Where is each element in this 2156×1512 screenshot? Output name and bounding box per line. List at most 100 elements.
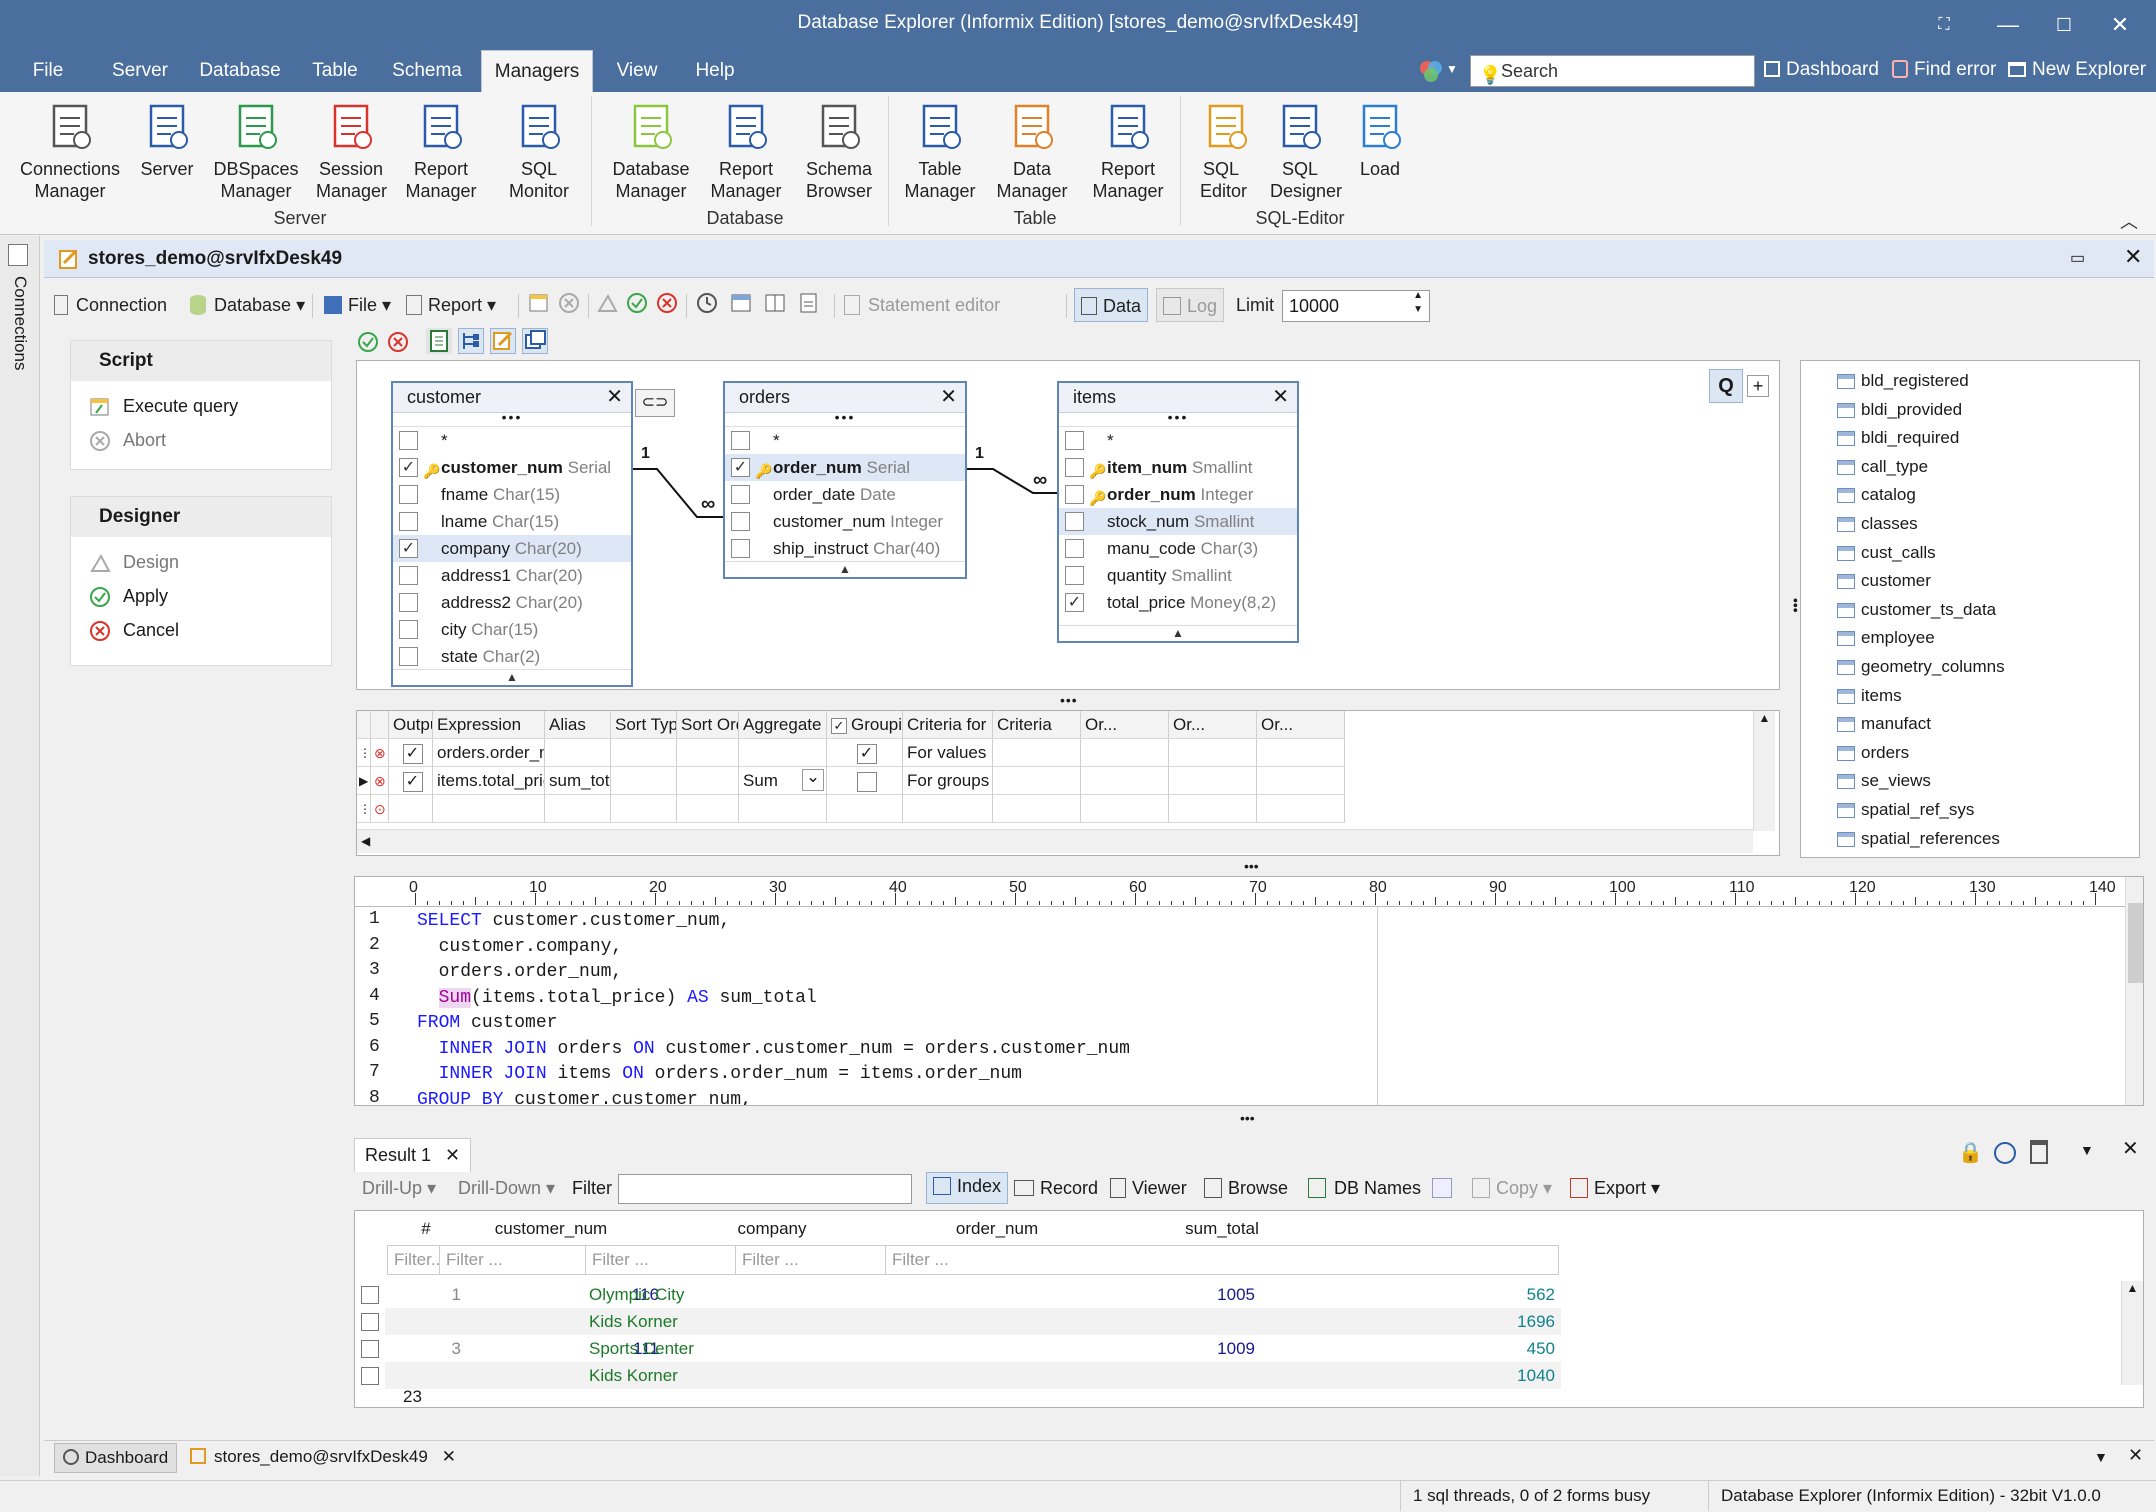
add-table-icon[interactable] bbox=[426, 328, 452, 354]
viewer-button[interactable]: Viewer bbox=[1110, 1178, 1187, 1199]
ribbon-button-sql-monitor[interactable]: SQL Monitor bbox=[496, 100, 582, 202]
limit-input[interactable]: 10000 ▲ ▼ bbox=[1282, 290, 1430, 322]
grid-cell[interactable] bbox=[677, 739, 739, 767]
object-tree[interactable]: bld_registered bldi_provided bldi_required… bbox=[1800, 360, 2140, 858]
code-line[interactable]: Sum(items.total_price) AS sum_total bbox=[417, 986, 817, 1012]
close-table-icon[interactable]: ✕ bbox=[1272, 383, 1289, 411]
tree-item[interactable]: employee bbox=[1801, 624, 2139, 653]
criteria-grid[interactable]: Output Expression Alias Sort Type Sort Order… bbox=[356, 710, 1780, 856]
field-row[interactable]: order_date Date bbox=[725, 481, 965, 508]
grid-header-cell[interactable]: Aggregate bbox=[739, 711, 827, 739]
result-window-icon[interactable] bbox=[522, 328, 548, 354]
grid-header-cell[interactable]: Expression bbox=[433, 711, 545, 739]
grid-cell[interactable] bbox=[1081, 795, 1169, 823]
grid-header-cell[interactable]: Sort Order bbox=[677, 711, 739, 739]
field-row[interactable]: * bbox=[393, 427, 631, 454]
color-palette-icon[interactable] bbox=[1418, 58, 1444, 84]
query-designer-canvas[interactable]: 1 ∞ 1 ∞ customer ✕ ••• * ✓ 🔑 customer_num Ser… bbox=[356, 360, 1780, 690]
field-row[interactable]: ship_instruct Char(40) bbox=[725, 535, 965, 562]
scroll-up-icon[interactable]: ▲ bbox=[725, 561, 965, 577]
menu-view[interactable]: View bbox=[606, 50, 668, 92]
field-row[interactable]: address1 Char(20) bbox=[393, 562, 631, 589]
field-checkbox[interactable] bbox=[1065, 485, 1084, 504]
table-layout-icon[interactable] bbox=[1432, 1178, 1452, 1198]
lock-icon[interactable]: 🔒 bbox=[1958, 1140, 1983, 1165]
tree-item[interactable]: geometry_columns bbox=[1801, 653, 2139, 682]
connections-tab-icon[interactable] bbox=[8, 244, 28, 266]
close-window-button[interactable]: ✕ bbox=[2100, 8, 2140, 42]
menu-managers[interactable]: Managers bbox=[481, 50, 593, 92]
grid-header-cell[interactable]: Or... bbox=[1169, 711, 1257, 739]
code-line[interactable]: orders.order_num, bbox=[417, 960, 623, 986]
field-checkbox[interactable] bbox=[731, 539, 750, 558]
spin-arrows-icon[interactable]: ▲ ▼ bbox=[1413, 289, 1423, 317]
ribbon-button-session-manager[interactable]: Session Manager bbox=[316, 100, 387, 202]
run-icon[interactable] bbox=[528, 292, 550, 314]
grid-header-cell[interactable]: Criteria for bbox=[903, 711, 993, 739]
tree-item[interactable]: customer bbox=[1801, 567, 2139, 596]
tree-view-icon[interactable] bbox=[458, 328, 484, 354]
export-sql-icon[interactable] bbox=[798, 292, 820, 314]
menu-file[interactable]: File bbox=[18, 50, 78, 92]
table-box-menu-handle[interactable]: ••• bbox=[725, 410, 965, 427]
field-row[interactable]: * bbox=[1059, 427, 1297, 454]
sql-edit-icon[interactable] bbox=[490, 328, 516, 354]
field-checkbox[interactable] bbox=[1065, 431, 1084, 450]
collapse-ribbon-icon[interactable]: ︿ bbox=[2120, 208, 2138, 234]
grid-cell[interactable]: items.total_price bbox=[433, 767, 545, 795]
result-column-header[interactable]: sum_total bbox=[883, 1215, 1561, 1242]
field-checkbox[interactable]: ✓ bbox=[399, 539, 418, 558]
field-row[interactable]: fname Char(15) bbox=[393, 481, 631, 508]
tree-item[interactable]: se_views bbox=[1801, 767, 2139, 796]
grid-header-cell[interactable]: Sort Type bbox=[611, 711, 677, 739]
delete-row-icon[interactable]: ⊗ bbox=[371, 767, 389, 795]
field-checkbox[interactable] bbox=[399, 566, 418, 585]
ribbon-button-sql-designer[interactable]: SQL Designer bbox=[1270, 100, 1342, 202]
ribbon-button-report-manager[interactable]: Report Manager bbox=[404, 100, 478, 202]
export-button[interactable]: Export ▾ bbox=[1570, 1178, 1660, 1199]
field-checkbox[interactable] bbox=[731, 512, 750, 531]
close-table-icon[interactable]: ✕ bbox=[940, 383, 957, 411]
cancel-button[interactable]: Cancel bbox=[71, 613, 331, 647]
grid-cell[interactable] bbox=[1169, 795, 1257, 823]
tree-item[interactable]: call_type bbox=[1801, 453, 2139, 482]
tab-document[interactable]: stores_demo@srvIfxDesk49 ✕ bbox=[182, 1443, 464, 1473]
grid-header-cell[interactable]: Criteria bbox=[993, 711, 1081, 739]
row-checkbox[interactable] bbox=[361, 1313, 379, 1331]
field-checkbox[interactable] bbox=[1065, 539, 1084, 558]
result-vscrollbar[interactable]: ▲ bbox=[2121, 1281, 2143, 1385]
grid-cell[interactable] bbox=[1081, 767, 1169, 795]
table-box-menu-handle[interactable]: ••• bbox=[1059, 410, 1297, 427]
grouping-checkbox[interactable] bbox=[856, 771, 877, 792]
grid-cell[interactable] bbox=[827, 767, 903, 795]
ribbon-button-server[interactable]: Server bbox=[134, 100, 200, 180]
find-error-link[interactable]: Find error bbox=[1892, 59, 1996, 81]
tree-item[interactable]: items bbox=[1801, 682, 2139, 711]
grid-cell[interactable] bbox=[389, 795, 433, 823]
column-filter-input[interactable]: Filter ... bbox=[885, 1245, 1559, 1275]
field-checkbox[interactable] bbox=[399, 593, 418, 612]
result-cell[interactable]: 1696 bbox=[883, 1308, 1561, 1335]
tab-dashboard[interactable]: Dashboard bbox=[54, 1443, 178, 1473]
result-cell[interactable]: 450 bbox=[883, 1335, 1561, 1362]
field-row[interactable]: ✓ 🔑 order_num Serial bbox=[725, 454, 965, 481]
index-toggle[interactable]: Index bbox=[926, 1172, 1009, 1204]
close-tab-icon[interactable]: ✕ bbox=[442, 1447, 456, 1466]
browse-button[interactable]: Browse bbox=[1204, 1178, 1288, 1199]
ribbon-button-data-manager[interactable]: Data Manager bbox=[994, 100, 1070, 202]
splitter-handle[interactable]: ••• bbox=[1244, 858, 1259, 874]
editor-scrollbar[interactable] bbox=[2125, 877, 2143, 1105]
scroll-up-icon[interactable]: ▲ bbox=[393, 669, 631, 685]
grid-cell[interactable]: orders.order_num bbox=[433, 739, 545, 767]
grid-cell[interactable] bbox=[677, 767, 739, 795]
grid-cell[interactable]: ✓ bbox=[827, 739, 903, 767]
ribbon-button-sql-editor[interactable]: SQL Editor bbox=[1200, 100, 1247, 202]
field-row[interactable]: quantity Smallint bbox=[1059, 562, 1297, 589]
grouping-checkbox[interactable]: ✓ bbox=[831, 717, 847, 734]
sql-editor[interactable]: 0 10 20 30 40 50 60 70 80 90 100 110 120 130 140 1 SELE… bbox=[354, 876, 2144, 1106]
history-icon[interactable] bbox=[696, 292, 718, 314]
grid-cell[interactable] bbox=[827, 795, 903, 823]
field-row[interactable]: manu_code Char(3) bbox=[1059, 535, 1297, 562]
code-line[interactable]: GROUP BY customer.customer_num, bbox=[417, 1088, 752, 1106]
grid-header-cell[interactable]: ✓Grouping bbox=[827, 711, 903, 739]
